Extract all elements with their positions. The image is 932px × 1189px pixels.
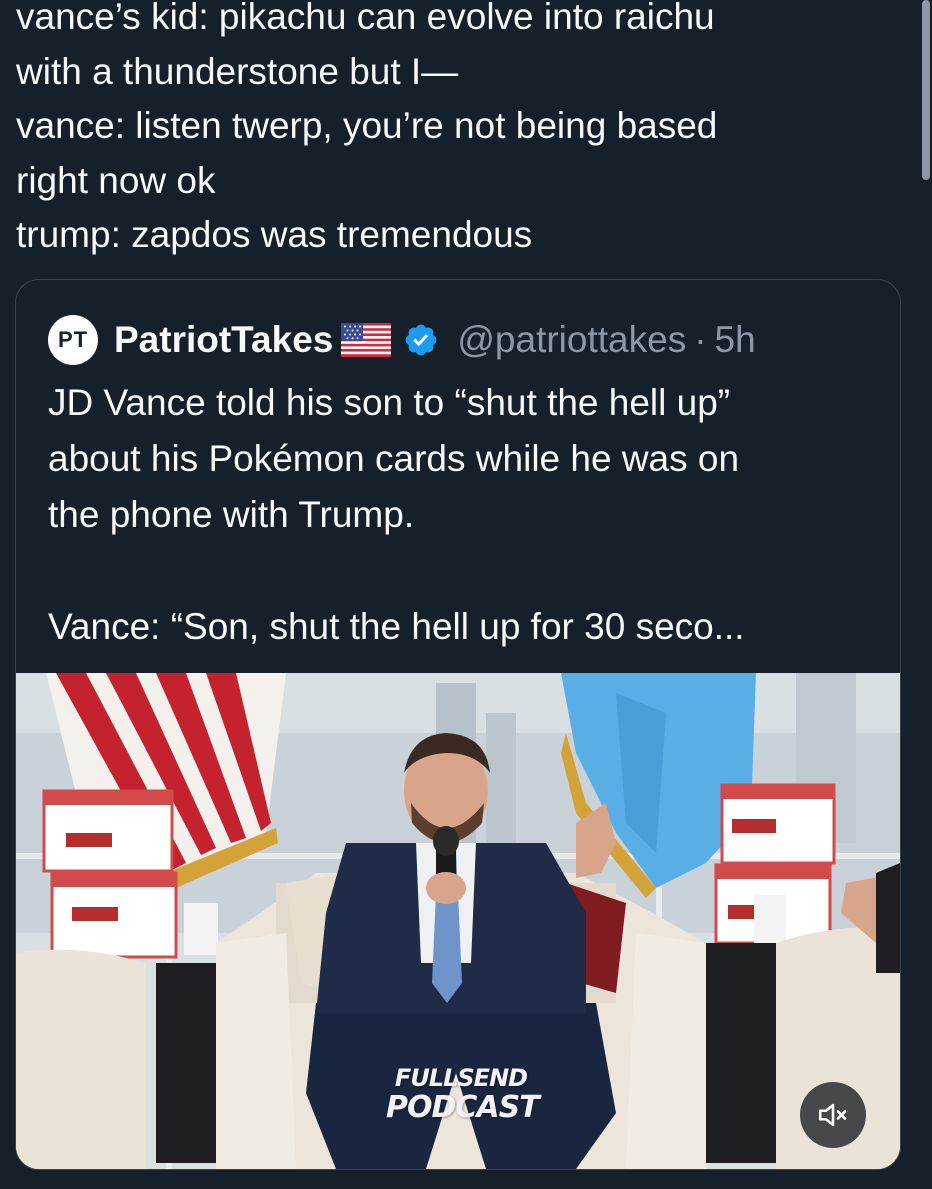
verified-badge-icon xyxy=(405,324,437,356)
scrollbar-thumb[interactable] xyxy=(922,0,930,180)
tweet-text-line: vance: listen twerp, you’re not being ba… xyxy=(16,105,718,146)
quote-tweet-card[interactable]: PT PatriotTakes @patriottakes · 5h JD Va… xyxy=(15,279,901,1170)
display-name[interactable]: PatriotTakes xyxy=(114,319,333,361)
tweet-text-line: trump: zapdos was tremendous xyxy=(16,214,533,255)
quote-header: PT PatriotTakes @patriottakes · 5h xyxy=(48,315,756,365)
muted-speaker-icon xyxy=(818,1103,847,1127)
timestamp[interactable]: 5h xyxy=(715,319,756,361)
scrollbar[interactable] xyxy=(920,0,932,185)
avatar-text: PT xyxy=(57,327,89,352)
avatar[interactable]: PT xyxy=(48,315,98,365)
quote-body-line: about his Pokémon cards while he was on xyxy=(48,438,740,479)
watermark-line: PODCAST xyxy=(386,1090,540,1125)
tweet-text-line: vance’s kid: pikachu can evolve into rai… xyxy=(16,0,715,37)
quote-body-line: Vance: “Son, shut the hell up for 30 sec… xyxy=(48,606,745,647)
unmute-button[interactable] xyxy=(800,1082,866,1148)
tweet-text-line: with a thunderstone but I— xyxy=(16,50,459,92)
podcast-watermark: FULLSEND PODCAST xyxy=(386,1063,540,1125)
quote-body: JD Vance told his son to “shut the hell … xyxy=(48,375,878,655)
handle[interactable]: @patriottakes xyxy=(457,319,686,361)
us-flag-icon xyxy=(341,323,392,357)
separator-dot: · xyxy=(694,319,707,360)
watermark-line: FULLSEND xyxy=(394,1064,528,1092)
tweet-text: vance’s kid: pikachu can evolve into rai… xyxy=(16,0,896,263)
quote-body-line: JD Vance told his son to “shut the hell … xyxy=(48,382,731,423)
video-media[interactable]: FULLSEND PODCAST xyxy=(16,673,900,1169)
tweet-text-line: right now ok xyxy=(16,159,216,201)
quote-body-line: the phone with Trump. xyxy=(48,494,415,535)
